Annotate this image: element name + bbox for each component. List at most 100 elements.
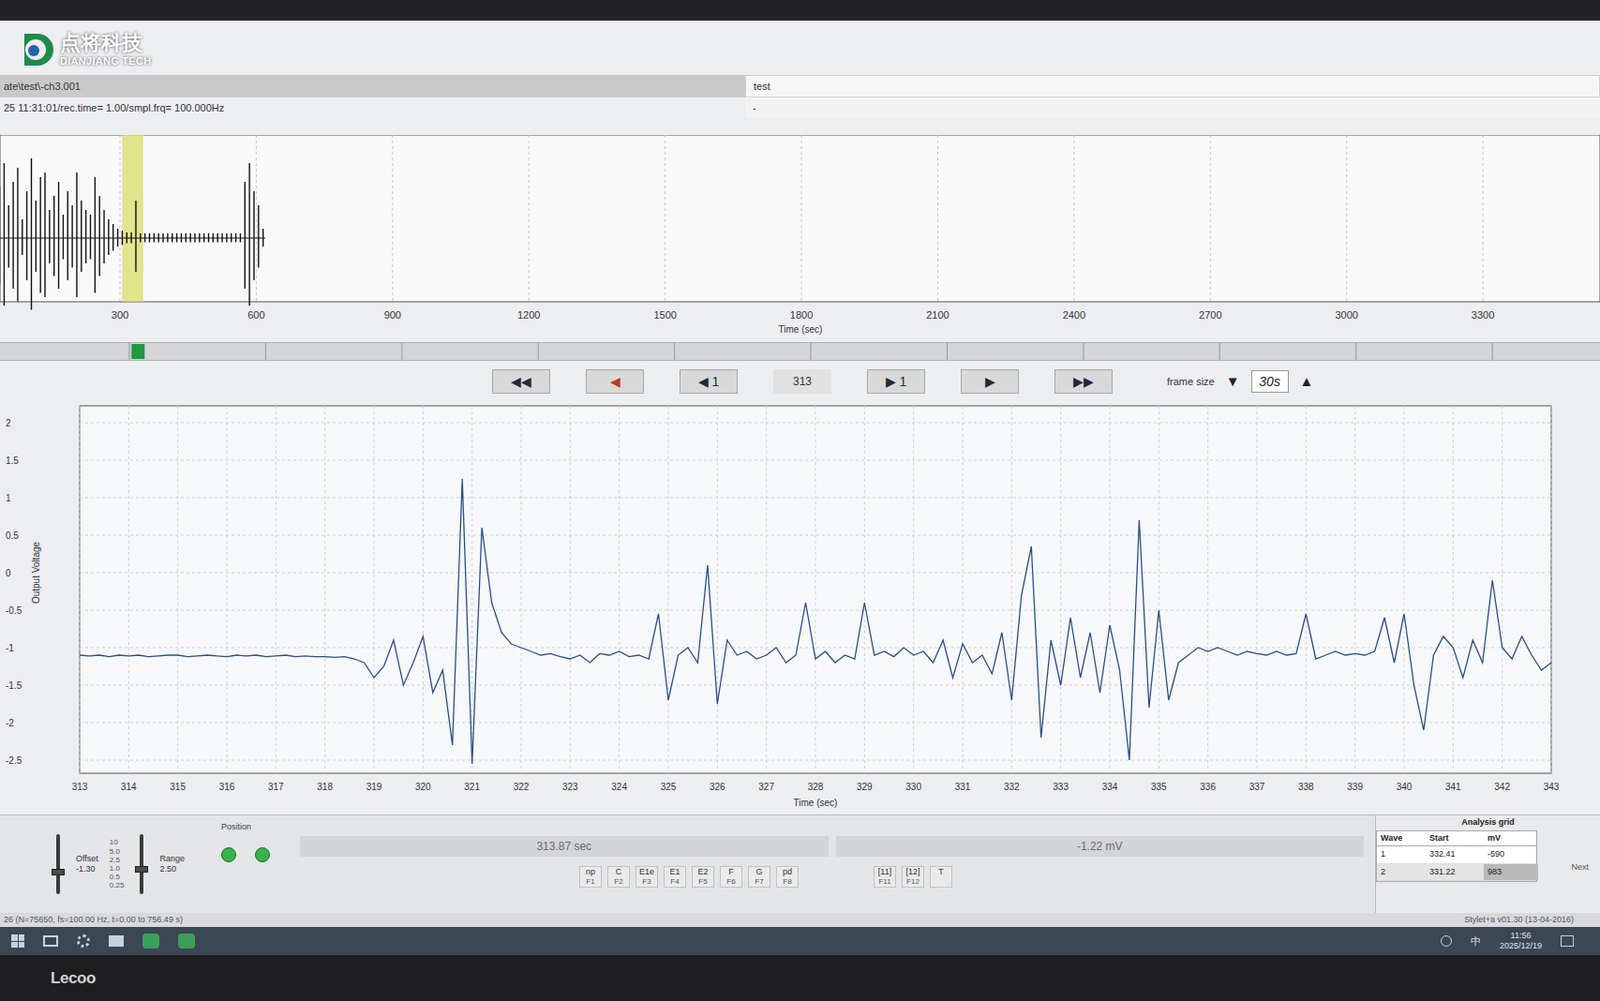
screen: 点将科技DIANJIANG TECHate\test\-ch3.001test2… bbox=[0, 20, 1600, 956]
position-marker[interactable] bbox=[131, 343, 145, 359]
waveform-key[interactable]: E1eF3 bbox=[635, 866, 658, 888]
x-tick: 313 bbox=[72, 781, 89, 793]
x-tick: 332 bbox=[1003, 781, 1020, 793]
position-right-button[interactable] bbox=[254, 847, 270, 863]
clock[interactable]: 11:562025/12/19 bbox=[1499, 930, 1542, 953]
x-tick: 334 bbox=[1102, 781, 1119, 793]
monitor-bottom-bezel: Lecoo bbox=[0, 955, 1600, 1001]
app-icon[interactable] bbox=[142, 933, 160, 949]
voltage-readout: -1.22 mV bbox=[836, 836, 1365, 857]
waveform-key[interactable]: FF6 bbox=[719, 866, 743, 888]
ime-indicator[interactable]: 中 bbox=[1470, 933, 1481, 950]
grid-row[interactable]: 2331.22983 bbox=[1376, 864, 1537, 883]
extra-keys: [11]F11[12]F12T bbox=[873, 866, 953, 888]
recording-info: 25 11:31:01/rec.time= 1.00/smpl.frq= 100… bbox=[0, 97, 746, 119]
nav-forward-button[interactable]: ▶ 1 bbox=[867, 369, 926, 394]
next-button[interactable]: Next bbox=[1567, 852, 1593, 883]
extra-key[interactable]: [12]F12 bbox=[901, 866, 925, 888]
range-scale: 105.02.51.00.50.25 bbox=[109, 837, 125, 890]
file-name: ate\test\-ch3.001 bbox=[0, 74, 746, 98]
slider-thumb[interactable] bbox=[51, 868, 65, 876]
x-axis-label: Time (sec) bbox=[793, 797, 838, 808]
waveform-key[interactable]: E1F4 bbox=[663, 866, 687, 888]
y-tick: 0.5 bbox=[5, 530, 19, 541]
overview-axis-label: Time (sec) bbox=[778, 324, 823, 335]
x-tick: 328 bbox=[807, 781, 824, 793]
overview-tick: 900 bbox=[384, 309, 402, 321]
slider-thumb[interactable] bbox=[134, 866, 149, 873]
position-field[interactable]: 313 bbox=[773, 369, 832, 394]
x-tick: 322 bbox=[513, 781, 530, 793]
x-tick: 336 bbox=[1199, 781, 1216, 793]
file-description[interactable]: test bbox=[745, 74, 1600, 98]
position-left-button[interactable] bbox=[221, 847, 237, 863]
navigation-strip[interactable] bbox=[0, 342, 1600, 361]
x-tick: 331 bbox=[955, 781, 972, 793]
nav-back-button[interactable]: ◀◀ bbox=[492, 369, 551, 394]
navigation-controls: ◀◀◀◀ 1313▶ 1▶▶▶frame size▼30s▲ bbox=[0, 360, 1600, 403]
overview-tick: 2400 bbox=[1062, 309, 1086, 321]
grid-column: mV bbox=[1483, 831, 1539, 847]
waveform-key[interactable]: npF1 bbox=[579, 866, 602, 888]
x-tick: 326 bbox=[709, 781, 726, 793]
nav-forward-button[interactable]: ▶▶ bbox=[1054, 369, 1113, 394]
overview-chart[interactable]: 3006009001200150018002100240027003000330… bbox=[0, 134, 1600, 337]
photo-frame: 点将科技DIANJIANG TECHate\test\-ch3.001test2… bbox=[0, 0, 1600, 1001]
task-view-icon[interactable] bbox=[43, 935, 59, 947]
x-tick: 321 bbox=[463, 781, 480, 793]
frame-up-button[interactable]: ▲ bbox=[1296, 371, 1318, 393]
y-tick: -2.5 bbox=[5, 755, 23, 766]
y-tick: -0.5 bbox=[5, 605, 23, 616]
x-tick: 340 bbox=[1396, 781, 1413, 793]
waveform-key[interactable]: GF7 bbox=[747, 866, 771, 888]
frame-down-button[interactable]: ▼ bbox=[1222, 371, 1244, 393]
monitor-top-bezel bbox=[0, 0, 1600, 21]
tray-icon[interactable] bbox=[1440, 935, 1452, 947]
app-icon[interactable] bbox=[178, 933, 195, 949]
x-tick: 315 bbox=[169, 781, 186, 793]
overview-tick: 2700 bbox=[1198, 309, 1222, 321]
x-tick: 317 bbox=[268, 781, 285, 793]
frame-size-field[interactable]: 30s bbox=[1251, 370, 1289, 393]
taskbar: 中 11:562025/12/19 bbox=[0, 927, 1600, 956]
settings-icon[interactable] bbox=[76, 934, 90, 948]
notification-icon[interactable] bbox=[1560, 935, 1574, 947]
dianjiang-logo-icon bbox=[16, 29, 57, 70]
windows-start-icon[interactable] bbox=[11, 934, 25, 948]
x-tick: 320 bbox=[415, 781, 432, 793]
x-tick: 333 bbox=[1052, 781, 1069, 793]
nav-back-button[interactable]: ◀ bbox=[585, 369, 644, 394]
nav-back-button[interactable]: ◀ 1 bbox=[679, 369, 738, 394]
nav-forward-button[interactable]: ▶ bbox=[960, 369, 1019, 394]
frame-size-label: frame size bbox=[1166, 373, 1215, 390]
waveform-key[interactable]: pdF8 bbox=[776, 866, 799, 888]
waveform-key[interactable]: E2F5 bbox=[691, 866, 715, 888]
range-slider[interactable] bbox=[134, 834, 149, 895]
status-bar: 26 (N=75650, fs=100.00 Hz, t=0.00 to 756… bbox=[0, 912, 1600, 928]
overview-tick: 1500 bbox=[653, 309, 676, 321]
y-tick: 1.5 bbox=[5, 455, 19, 466]
x-tick: 327 bbox=[758, 781, 775, 793]
offset-readout: Offset-1.30 bbox=[75, 853, 99, 876]
x-tick: 342 bbox=[1494, 781, 1511, 793]
x-tick: 339 bbox=[1346, 781, 1363, 793]
waveform-key[interactable]: CF2 bbox=[607, 866, 630, 888]
offset-slider[interactable] bbox=[51, 834, 65, 895]
x-tick: 341 bbox=[1445, 781, 1462, 793]
waveform-keys: npF1CF2E1eF3E1F4E2F5FF6GF7pdF8 bbox=[579, 866, 799, 888]
main-chart[interactable]: 3133143153163173183193203213223233243253… bbox=[0, 402, 1600, 815]
x-tick: 319 bbox=[366, 781, 383, 793]
overview-window[interactable] bbox=[121, 134, 144, 302]
overview-tick: 300 bbox=[111, 309, 129, 321]
grid-row[interactable]: 1332.41-590 bbox=[1376, 846, 1537, 865]
control-panel: Offset-1.30105.02.51.00.50.25Range2.50Po… bbox=[0, 814, 1600, 913]
extra-key[interactable]: [11]F11 bbox=[873, 866, 897, 888]
explorer-icon[interactable] bbox=[108, 935, 124, 947]
x-tick: 314 bbox=[120, 781, 137, 793]
x-tick: 337 bbox=[1249, 781, 1266, 793]
extra-key[interactable]: T bbox=[929, 866, 953, 888]
x-tick: 329 bbox=[856, 781, 873, 793]
overview-tick: 1200 bbox=[517, 309, 540, 321]
y-tick: 1 bbox=[5, 493, 12, 504]
time-readout: 313.87 sec bbox=[299, 836, 829, 857]
